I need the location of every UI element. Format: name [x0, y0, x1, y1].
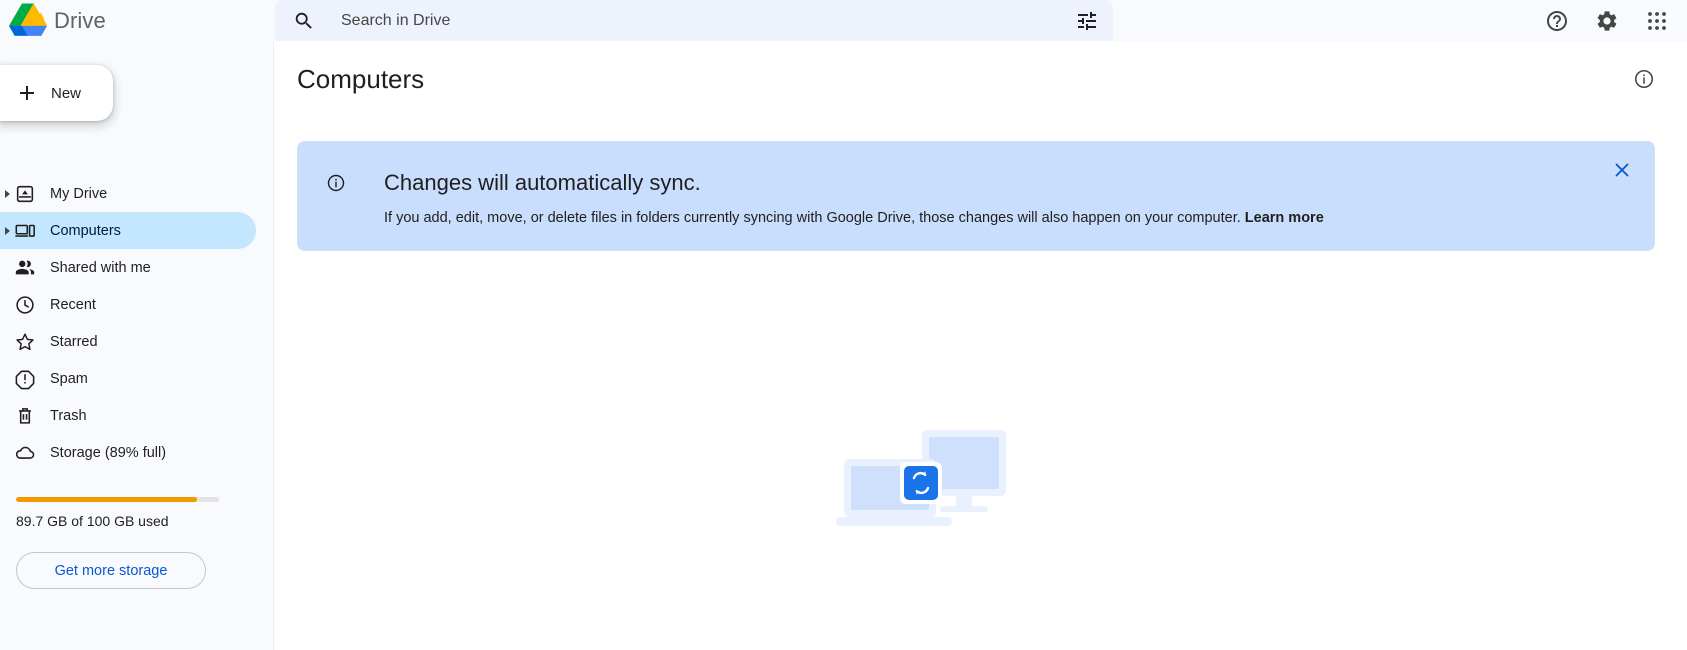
sidebar-item-label: Shared with me	[50, 259, 151, 276]
info-outline-icon[interactable]	[1633, 68, 1655, 90]
new-button-label: New	[51, 84, 82, 102]
close-icon[interactable]	[1611, 159, 1633, 181]
computer-sync-illustration	[836, 430, 1006, 526]
storage-usage-text: 89.7 GB of 100 GB used	[16, 513, 169, 529]
page-title: Computers	[297, 63, 425, 94]
cloud-icon	[15, 446, 35, 459]
drive-logo-icon	[9, 2, 47, 36]
computer-icon	[15, 224, 35, 237]
sidebar-item-label: My Drive	[50, 185, 108, 202]
sync-info-banner: Changes will automatically sync. If you …	[297, 141, 1655, 251]
sidebar-item-computers[interactable]: Computers	[0, 212, 256, 249]
page-header: Computers	[274, 41, 1687, 117]
sidebar-item-recent[interactable]: Recent	[0, 286, 256, 323]
star-icon	[16, 332, 34, 350]
banner-description-text: If you add, edit, move, or delete files …	[384, 210, 1245, 226]
spam-icon	[15, 370, 35, 389]
plus-icon	[20, 86, 34, 100]
tune-icon[interactable]	[1075, 9, 1099, 33]
apps-grid-icon[interactable]	[1645, 9, 1669, 33]
clock-icon	[16, 295, 34, 314]
sidebar: New My Drive Computers Shared with me Re…	[0, 41, 274, 650]
sidebar-nav: My Drive Computers Shared with me Recent…	[0, 175, 274, 471]
people-icon	[15, 260, 35, 274]
banner-title: Changes will automatically sync.	[384, 170, 701, 195]
sidebar-item-label: Recent	[50, 296, 96, 313]
storage-progress-bar	[16, 497, 219, 502]
sidebar-item-label: Computers	[50, 222, 121, 239]
top-bar-actions	[1545, 9, 1687, 33]
new-button[interactable]: New	[0, 65, 113, 121]
sidebar-item-starred[interactable]: Starred	[0, 323, 256, 360]
sidebar-item-spam[interactable]: Spam	[0, 360, 256, 397]
banner-body: Changes will automatically sync. If you …	[384, 169, 1324, 251]
banner-description: If you add, edit, move, or delete files …	[384, 208, 1324, 228]
get-more-storage-button[interactable]: Get more storage	[16, 552, 206, 589]
search-bar[interactable]	[275, 0, 1113, 41]
info-outline-icon	[327, 174, 345, 192]
brand-area[interactable]: Drive	[0, 2, 275, 39]
chevron-right-icon[interactable]	[5, 189, 10, 198]
sidebar-item-my-drive[interactable]: My Drive	[0, 175, 256, 212]
sidebar-item-label: Starred	[50, 333, 98, 350]
top-bar: Drive	[0, 0, 1687, 41]
sidebar-item-label: Spam	[50, 370, 88, 387]
sidebar-item-label: Storage (89% full)	[50, 444, 167, 461]
main-content: Computers Changes will automatically syn…	[274, 41, 1687, 650]
settings-icon[interactable]	[1595, 9, 1619, 33]
trash-icon	[19, 407, 31, 424]
my-drive-icon	[16, 185, 34, 202]
search-icon	[295, 12, 312, 29]
learn-more-link[interactable]: Learn more	[1245, 210, 1324, 226]
sidebar-item-storage[interactable]: Storage (89% full)	[0, 434, 256, 471]
brand-name: Drive	[54, 7, 106, 33]
google-drive-app: Drive Search in Drive New My Drive Compu…	[0, 0, 1687, 650]
storage-progress-fill	[16, 497, 197, 502]
search-input[interactable]	[341, 11, 1075, 30]
sidebar-item-shared-with-me[interactable]: Shared with me	[0, 249, 256, 286]
search-area	[275, 0, 1113, 41]
chevron-right-icon[interactable]	[5, 226, 10, 235]
sidebar-item-label: Trash	[50, 407, 87, 424]
help-icon[interactable]	[1545, 9, 1569, 33]
sidebar-item-trash[interactable]: Trash	[0, 397, 256, 434]
